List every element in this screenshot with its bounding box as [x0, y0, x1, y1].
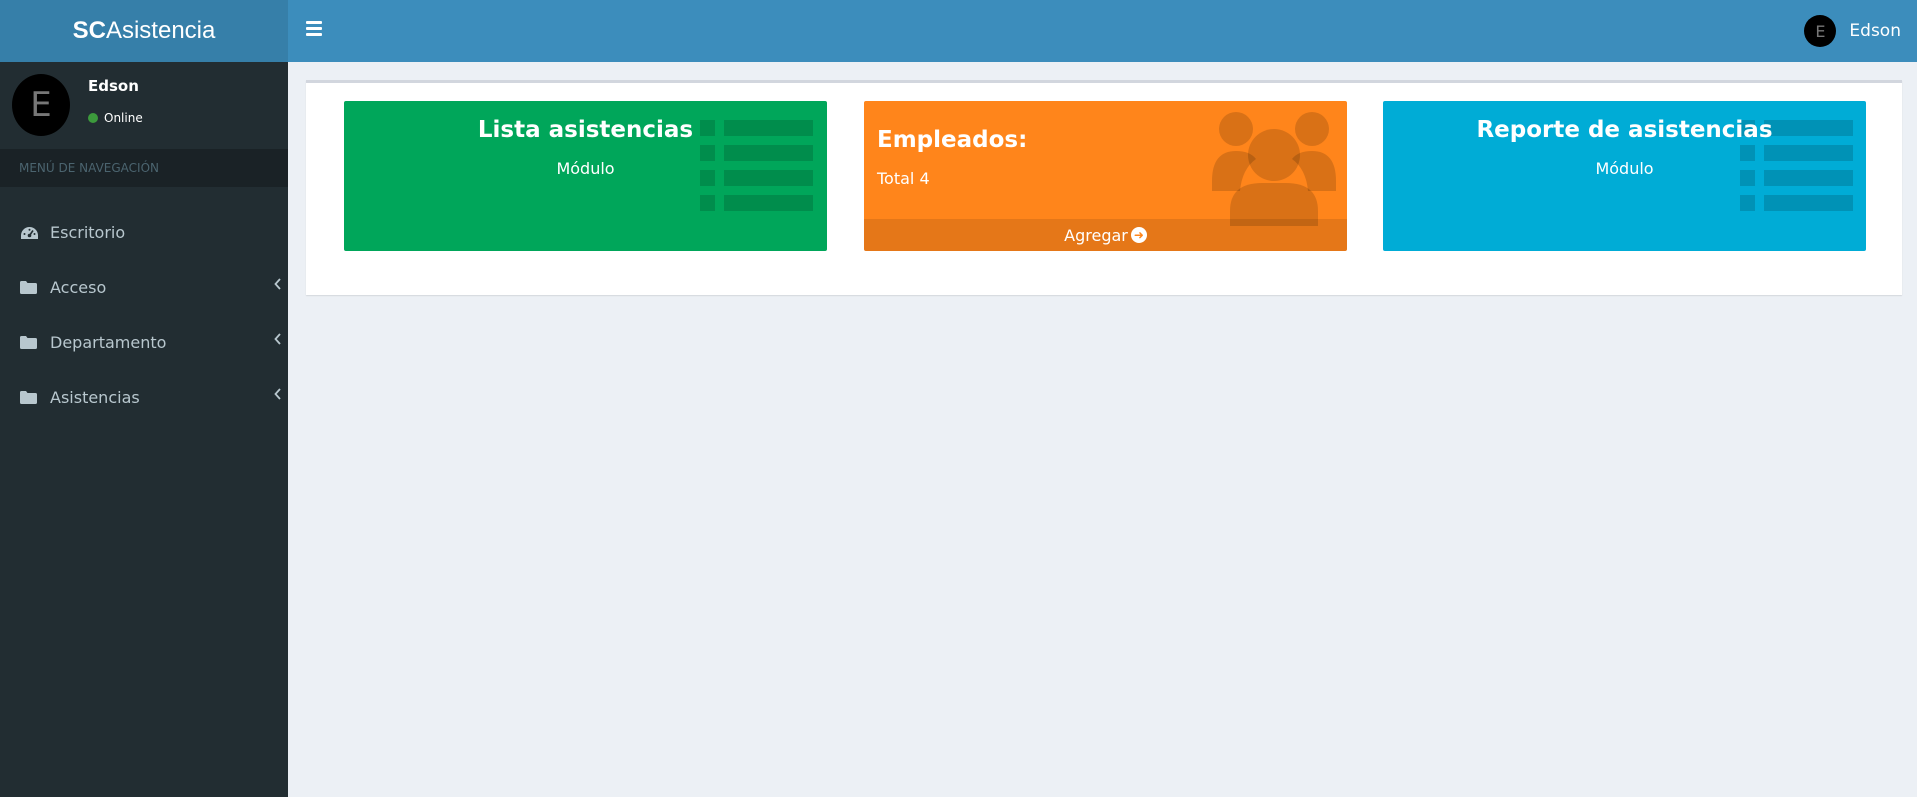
- sidebar: E Edson Online MENÚ DE NAVEGACIÓN Escrit…: [0, 62, 288, 797]
- sidebar-item-acceso[interactable]: Acceso: [0, 260, 288, 315]
- folder-icon: [20, 281, 50, 294]
- sidebar-item-escritorio[interactable]: Escritorio: [0, 205, 288, 260]
- tile-subtitle: Módulo: [1595, 159, 1654, 178]
- sidebar-item-asistencias[interactable]: Asistencias: [0, 370, 288, 425]
- tile-empleados[interactable]: Empleados: Total 4 Agregar ➜: [864, 101, 1347, 251]
- tile-subtitle: Total 4: [877, 169, 930, 188]
- user-status[interactable]: Online: [88, 111, 143, 125]
- status-dot-icon: [88, 113, 98, 123]
- tile-reporte-asistencias[interactable]: Reporte de asistencias Módulo: [1383, 101, 1866, 251]
- chevron-left-icon: [274, 388, 282, 404]
- logo-text: Asistencia: [105, 17, 216, 44]
- sidebar-item-label: Escritorio: [50, 223, 126, 242]
- users-icon: [1212, 112, 1336, 226]
- top-navbar: E Edson: [288, 0, 1917, 62]
- arrow-circle-right-icon: ➜: [1130, 227, 1147, 243]
- tile-subtitle: Módulo: [556, 159, 615, 178]
- sidebar-item-departamento[interactable]: Departamento: [0, 315, 288, 370]
- sidebar-item-label: Asistencias: [50, 388, 140, 407]
- user-name: Edson: [1849, 21, 1901, 41]
- nav-header: MENÚ DE NAVEGACIÓN: [0, 149, 288, 187]
- user-menu[interactable]: E Edson: [1804, 14, 1901, 48]
- chevron-left-icon: [274, 278, 282, 294]
- tile-title: Empleados:: [877, 127, 1028, 153]
- tile-lista-asistencias[interactable]: Lista asistencias Módulo: [344, 101, 827, 251]
- tile-title: Lista asistencias: [477, 117, 694, 143]
- footer-label: Agregar: [1064, 225, 1128, 245]
- app-logo[interactable]: SC Asistencia: [0, 0, 288, 62]
- sidebar-item-label: Departamento: [50, 333, 167, 352]
- user-panel: E Edson Online: [0, 62, 288, 148]
- dashboard-icon: [20, 226, 50, 240]
- avatar: E: [1804, 15, 1837, 47]
- folder-icon: [20, 336, 50, 349]
- add-employee-link[interactable]: Agregar ➜: [864, 219, 1347, 251]
- chevron-left-icon: [274, 333, 282, 349]
- status-label: Online: [104, 111, 143, 125]
- sidebar-toggle-icon[interactable]: [306, 21, 322, 41]
- folder-icon: [20, 391, 50, 404]
- sidebar-item-label: Acceso: [50, 278, 107, 297]
- tile-title: Reporte de asistencias: [1476, 117, 1773, 143]
- avatar: E: [12, 74, 70, 136]
- user-panel-name: Edson: [88, 77, 139, 95]
- logo-bold: SC: [72, 17, 106, 44]
